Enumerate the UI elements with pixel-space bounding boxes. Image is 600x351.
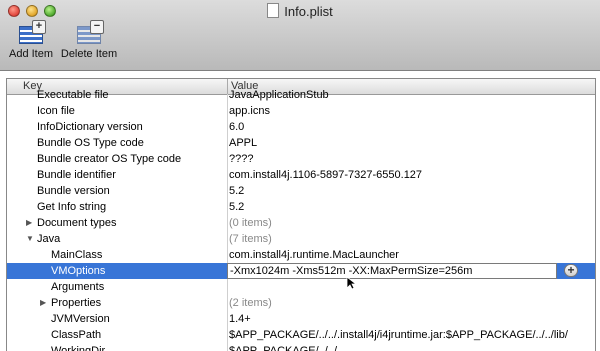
row-key: MainClass (51, 249, 103, 261)
row-key: Java (37, 233, 61, 245)
table-row[interactable]: ▶ Properties (2 items) (7, 295, 595, 311)
row-value: com.install4j.1106-5897-7327-6550.127 (229, 169, 423, 181)
table-row[interactable]: Get Info string 5.2 (7, 199, 595, 215)
row-key: Arguments (51, 281, 105, 293)
table-row[interactable]: InfoDictionary version 6.0 (7, 119, 595, 135)
table-row[interactable]: Arguments (7, 279, 595, 295)
add-item-label: Add Item (8, 48, 54, 60)
table-row[interactable]: Bundle version 5.2 (7, 183, 595, 199)
row-key: Properties (51, 297, 102, 309)
document-icon (267, 3, 280, 18)
row-key: VMOptions (51, 265, 106, 277)
plist-outline-table[interactable]: Key Value Executable file JavaApplication… (6, 78, 596, 351)
row-key: Bundle creator OS Type code (37, 153, 182, 165)
row-value: 6.0 (229, 121, 245, 133)
disclosure-collapsed-icon[interactable]: ▶ (40, 295, 46, 311)
row-value: ???? (229, 153, 254, 165)
row-key: Document types (37, 217, 117, 229)
disclosure-collapsed-icon[interactable]: ▶ (26, 215, 32, 231)
table-row[interactable]: ClassPath $APP_PACKAGE/../../.install4j/i… (7, 327, 595, 343)
row-value: com.install4j.runtime.MacLauncher (229, 249, 399, 261)
delete-item-label: Delete Item (60, 48, 118, 60)
table-row[interactable]: MainClass com.install4j.runtime.MacLaunch… (7, 247, 595, 263)
row-key: InfoDictionary version (37, 121, 143, 133)
row-value: (0 items) (229, 217, 272, 229)
table-row[interactable]: ▶ Document types (0 items) (7, 215, 595, 231)
table-row[interactable]: Icon file app.icns (7, 103, 595, 119)
row-value: 5.2 (229, 185, 245, 197)
add-item-button[interactable]: + Add Item (6, 20, 56, 60)
plist-editor-window: Info.plist + Add Item − Delete Item Key … (0, 0, 600, 351)
row-key: Bundle version (37, 185, 110, 197)
table-row[interactable]: ▼ Java (7 items) (7, 231, 595, 247)
row-value: app.icns (229, 105, 270, 117)
row-value: $APP_PACKAGE/../../.. (229, 345, 344, 351)
row-value: 5.2 (229, 201, 245, 213)
add-sibling-plus-icon[interactable]: + (564, 264, 578, 277)
row-key: WorkingDir (51, 345, 106, 351)
toolbar: Info.plist + Add Item − Delete Item (0, 0, 600, 71)
row-key: JVMVersion (51, 313, 110, 325)
mouse-pointer-icon (346, 276, 358, 290)
row-value: (7 items) (229, 233, 272, 245)
window-title-bar: Info.plist (0, 3, 600, 19)
table-row[interactable]: Executable file JavaApplicationStub (7, 87, 595, 103)
row-value: $APP_PACKAGE/../../.install4j/i4jruntime… (229, 329, 568, 341)
disclosure-expanded-icon[interactable]: ▼ (26, 231, 34, 247)
window-title: Info.plist (284, 4, 333, 19)
table-row[interactable]: VMOptions -Xmx1024m -Xms512m -XX:MaxPermS… (7, 263, 595, 279)
row-value: JavaApplicationStub (229, 89, 329, 101)
row-value: (2 items) (229, 297, 272, 309)
table-row[interactable]: Bundle creator OS Type code???? (7, 151, 595, 167)
table-row[interactable]: Bundle identifier com.install4j.1106-5897… (7, 167, 595, 183)
add-item-icon: + (17, 20, 46, 46)
delete-item-icon: − (75, 20, 104, 46)
row-value: 1.4+ (229, 313, 251, 325)
delete-item-button[interactable]: − Delete Item (60, 20, 118, 60)
row-key: Executable file (37, 89, 109, 101)
table-row[interactable]: WorkingDir $APP_PACKAGE/../../.. (7, 343, 595, 351)
row-key: Get Info string (37, 201, 107, 213)
table-row[interactable]: JVMVersion 1.4+ (7, 311, 595, 327)
row-key: ClassPath (51, 329, 102, 341)
row-value: APPL (229, 137, 258, 149)
value-edit-field[interactable]: -Xmx1024m -Xms512m -XX:MaxPermSize=256m (227, 263, 557, 279)
row-key: Bundle identifier (37, 169, 116, 181)
table-row[interactable]: Bundle OS Type code APPL (7, 135, 595, 151)
row-key: Icon file (37, 105, 75, 117)
row-key: Bundle OS Type code (37, 137, 144, 149)
